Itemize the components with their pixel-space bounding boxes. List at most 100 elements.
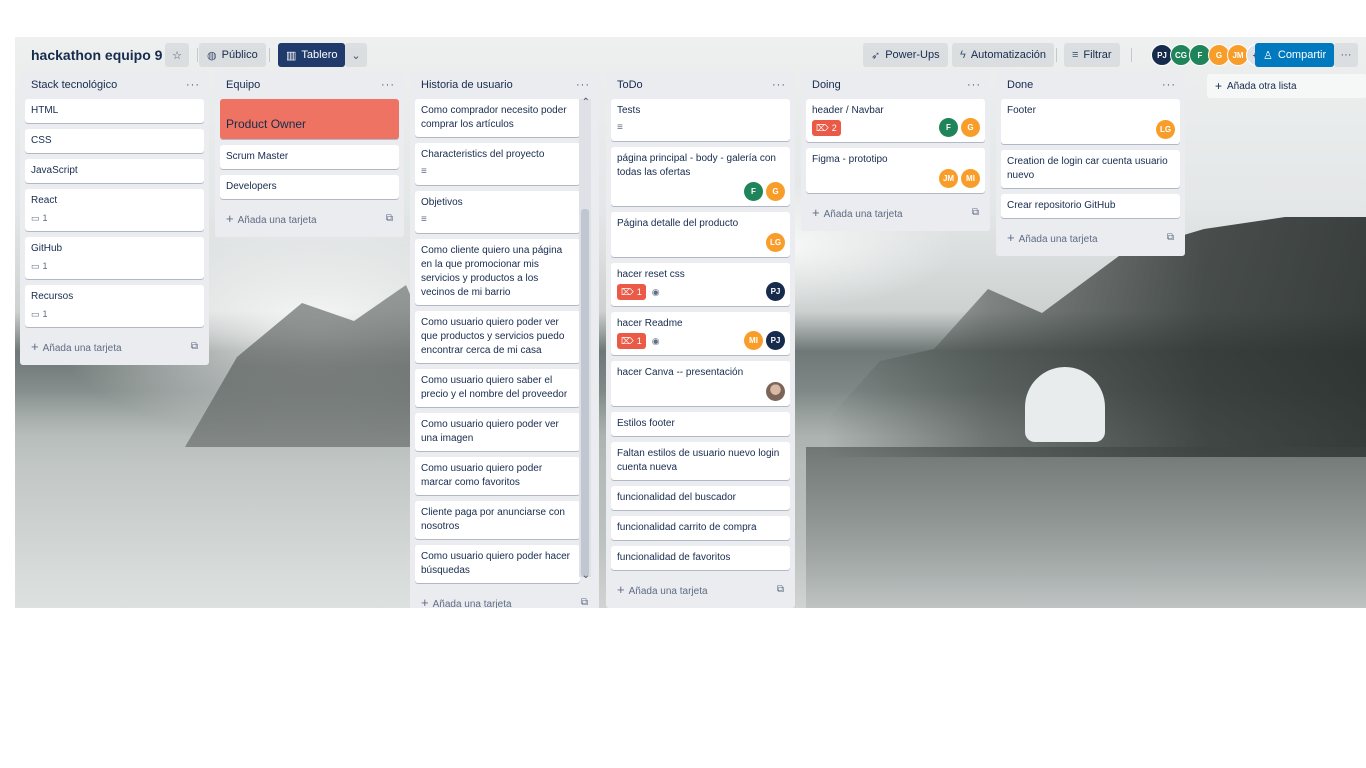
list-scrollbar[interactable] bbox=[579, 99, 591, 577]
automation-button[interactable]: ϟ Automatización bbox=[952, 43, 1055, 67]
due-label[interactable]: ⌦ 1 bbox=[617, 284, 646, 300]
add-card-button[interactable]: + Añada una tarjeta ⧉ bbox=[1001, 224, 1180, 250]
card[interactable]: Como usuario quiero poder ver una imagen bbox=[415, 413, 580, 451]
member-avatar[interactable] bbox=[766, 382, 785, 401]
star-button[interactable]: ☆ bbox=[165, 43, 189, 67]
card[interactable]: Faltan estilos de usuario nuevo login cu… bbox=[611, 442, 790, 480]
add-card-button[interactable]: + Añada una tarjeta ⧉ bbox=[611, 576, 790, 602]
card[interactable]: hacer Canva -- presentación bbox=[611, 361, 790, 406]
template-icon[interactable]: ⧉ bbox=[777, 584, 784, 595]
list-title[interactable]: Stack tecnológico bbox=[31, 79, 117, 91]
card[interactable]: Characteristics del proyecto ≡ bbox=[415, 143, 580, 185]
list-header[interactable]: Done ··· bbox=[1001, 71, 1180, 99]
list-title[interactable]: Equipo bbox=[226, 79, 260, 91]
member-avatar[interactable]: PJ bbox=[766, 282, 785, 301]
card[interactable]: Tests ≡ bbox=[611, 99, 790, 141]
card[interactable]: funcionalidad del buscador bbox=[611, 486, 790, 510]
list-menu-icon[interactable]: ··· bbox=[576, 79, 590, 91]
list-menu-icon[interactable]: ··· bbox=[967, 79, 981, 91]
card[interactable]: funcionalidad carrito de compra bbox=[611, 516, 790, 540]
card[interactable]: hacer Readme ⌦ 1 ◉ MI PJ bbox=[611, 312, 790, 355]
member-avatar[interactable]: G bbox=[766, 182, 785, 201]
board-title[interactable]: hackathon equipo 9 bbox=[31, 43, 162, 67]
view-switcher-button[interactable]: ⌄ bbox=[345, 43, 367, 67]
list-header[interactable]: Historia de usuario ··· bbox=[415, 71, 594, 99]
filter-button[interactable]: ≡ Filtrar bbox=[1064, 43, 1120, 67]
member-avatar[interactable]: PJ bbox=[766, 331, 785, 350]
card[interactable]: HTML bbox=[25, 99, 204, 123]
list-header[interactable]: Equipo ··· bbox=[220, 71, 399, 99]
card[interactable]: Crear repositorio GitHub bbox=[1001, 194, 1180, 218]
list-header[interactable]: ToDo ··· bbox=[611, 71, 790, 99]
card[interactable]: CSS bbox=[25, 129, 204, 153]
board-members[interactable]: PJCGFGJM+4 bbox=[1151, 44, 1268, 66]
member-avatar[interactable]: F bbox=[939, 118, 958, 137]
template-icon[interactable]: ⧉ bbox=[191, 341, 198, 352]
card[interactable]: Página detalle del producto LG bbox=[611, 212, 790, 257]
member-avatar[interactable]: LG bbox=[766, 233, 785, 252]
card-members bbox=[766, 382, 785, 401]
visibility-button[interactable]: ◍ Público bbox=[199, 43, 266, 67]
add-card-button[interactable]: + Añada una tarjeta ⧉ bbox=[220, 205, 399, 231]
due-label[interactable]: ⌦ 2 bbox=[812, 120, 841, 136]
list-header[interactable]: Stack tecnológico ··· bbox=[25, 71, 204, 99]
card[interactable]: Footer LG bbox=[1001, 99, 1180, 144]
due-label[interactable]: ⌦ 1 bbox=[617, 333, 646, 349]
add-card-button[interactable]: + Añada una tarjeta ⧉ bbox=[25, 333, 204, 359]
board-menu-button[interactable]: ··· bbox=[1334, 43, 1358, 67]
template-icon[interactable]: ⧉ bbox=[1167, 232, 1174, 243]
card[interactable]: JavaScript bbox=[25, 159, 204, 183]
list-menu-icon[interactable]: ··· bbox=[772, 79, 786, 91]
list-menu-icon[interactable]: ··· bbox=[381, 79, 395, 91]
member-avatar[interactable]: JM bbox=[939, 169, 958, 188]
add-card-button[interactable]: + Añada una tarjeta ⧉ bbox=[806, 199, 985, 225]
powerups-button[interactable]: ➶ Power-Ups bbox=[863, 43, 948, 67]
card-members: LG bbox=[1156, 120, 1175, 139]
list-menu-icon[interactable]: ··· bbox=[186, 79, 200, 91]
template-icon[interactable]: ⧉ bbox=[386, 213, 393, 224]
list-menu-icon[interactable]: ··· bbox=[1162, 79, 1176, 91]
share-button[interactable]: ♙ Compartir bbox=[1255, 43, 1335, 67]
card[interactable]: Creation de login car cuenta usuario nue… bbox=[1001, 150, 1180, 188]
member-avatar[interactable]: LG bbox=[1156, 120, 1175, 139]
template-icon[interactable]: ⧉ bbox=[581, 597, 588, 608]
list-header[interactable]: Doing ··· bbox=[806, 71, 985, 99]
card-title: funcionalidad carrito de compra bbox=[617, 522, 757, 533]
card[interactable]: Cliente paga por anunciarse con nosotros bbox=[415, 501, 580, 539]
card[interactable]: Como usuario quiero poder ver que produc… bbox=[415, 311, 580, 363]
card[interactable]: página principal - body - galería con to… bbox=[611, 147, 790, 206]
scroll-down-icon[interactable]: ⌄ bbox=[582, 570, 590, 581]
card[interactable]: Como usuario quiero poder marcar como fa… bbox=[415, 457, 580, 495]
card[interactable]: GitHub ▭ 1 bbox=[25, 237, 204, 279]
scroll-up-icon[interactable]: ⌃ bbox=[582, 97, 590, 108]
member-avatar[interactable]: MI bbox=[744, 331, 763, 350]
card[interactable]: React ▭ 1 bbox=[25, 189, 204, 231]
card[interactable]: Como usuario quiero saber el precio y el… bbox=[415, 369, 580, 407]
scrollbar-thumb[interactable] bbox=[581, 209, 589, 577]
card[interactable]: Como cliente quiero una página en la que… bbox=[415, 239, 580, 305]
card[interactable]: Scrum Master bbox=[220, 145, 399, 169]
member-avatar[interactable]: F bbox=[744, 182, 763, 201]
list-title[interactable]: Historia de usuario bbox=[421, 79, 513, 91]
member-avatar[interactable]: G bbox=[961, 118, 980, 137]
card[interactable]: Como usuario quiero poder hacer búsqueda… bbox=[415, 545, 580, 583]
filter-label: Filtrar bbox=[1083, 49, 1112, 61]
card[interactable]: funcionalidad de favoritos bbox=[611, 546, 790, 570]
board-view-button[interactable]: ▥ Tablero bbox=[278, 43, 346, 67]
member-avatar[interactable]: MI bbox=[961, 169, 980, 188]
template-icon[interactable]: ⧉ bbox=[972, 207, 979, 218]
card[interactable]: Figma - prototipo JM MI bbox=[806, 148, 985, 193]
card[interactable]: header / Navbar ⌦ 2 F G bbox=[806, 99, 985, 142]
card[interactable]: Objetivos ≡ bbox=[415, 191, 580, 233]
card[interactable]: Recursos ▭ 1 bbox=[25, 285, 204, 327]
card[interactable]: hacer reset css ⌦ 1 ◉ PJ bbox=[611, 263, 790, 306]
add-list-button[interactable]: + Añada otra lista bbox=[1207, 74, 1366, 98]
add-card-button[interactable]: + Añada una tarjeta ⧉ bbox=[415, 589, 594, 609]
list-title[interactable]: Doing bbox=[812, 79, 841, 91]
card[interactable]: Estilos footer bbox=[611, 412, 790, 436]
card[interactable]: Como comprador necesito poder comprar lo… bbox=[415, 99, 580, 137]
list-title[interactable]: Done bbox=[1007, 79, 1033, 91]
card[interactable]: Developers bbox=[220, 175, 399, 199]
card[interactable]: Product Owner bbox=[220, 99, 399, 139]
list-title[interactable]: ToDo bbox=[617, 79, 643, 91]
